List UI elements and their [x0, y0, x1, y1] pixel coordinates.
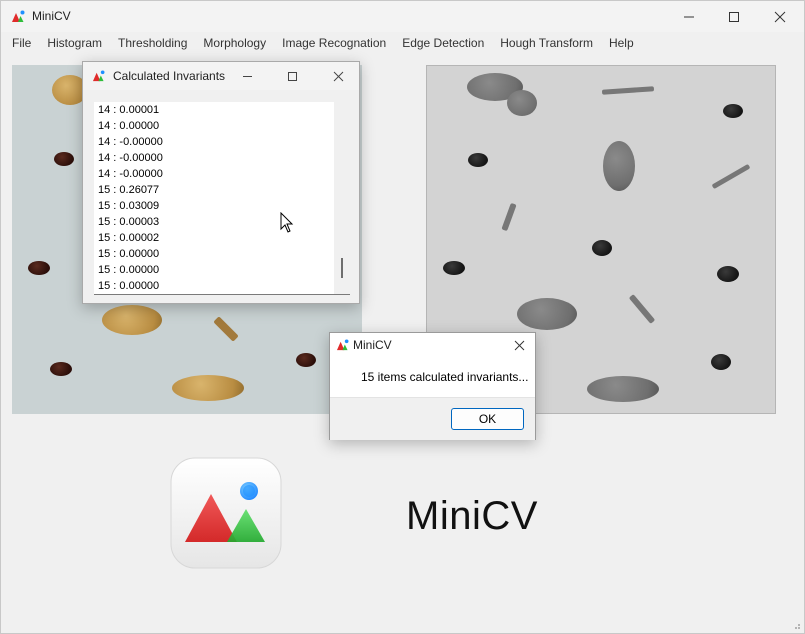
list-item[interactable]: 14 : 0.00000 [98, 118, 334, 134]
scrollbar[interactable] [334, 102, 350, 294]
menu-morphology[interactable]: Morphology [195, 32, 274, 54]
stick-shape [628, 294, 656, 324]
list-item[interactable]: 14 : -0.00000 [98, 150, 334, 166]
bean-shape [723, 104, 743, 118]
list-item[interactable]: 14 : -0.00000 [98, 166, 334, 182]
resize-grip-icon[interactable] [791, 620, 801, 630]
bean-shape [592, 240, 612, 256]
list-item[interactable]: 15 : 0.00000 [98, 278, 334, 294]
list-item[interactable]: 14 : -0.00000 [98, 134, 334, 150]
stick-shape [711, 163, 751, 190]
invariants-maximize-button[interactable] [280, 66, 304, 86]
maximize-icon [287, 71, 297, 81]
message-title: MiniCV [353, 338, 392, 352]
stick-shape [213, 316, 239, 342]
ok-button[interactable]: OK [451, 408, 524, 430]
window-title: MiniCV [32, 9, 71, 23]
close-button[interactable] [757, 1, 803, 32]
menu-image-recognation[interactable]: Image Recognation [274, 32, 394, 54]
list-item[interactable]: 15 : 0.26077 [98, 182, 334, 198]
peanut-shape [603, 141, 635, 191]
mouse-cursor-icon [280, 212, 294, 233]
invariants-title: Calculated Invariants [113, 69, 226, 83]
list-item[interactable]: 15 : 0.00000 [98, 262, 334, 278]
invariants-dialog: Calculated Invariants 14 : 0.00001 14 : 0… [82, 61, 360, 304]
peanut-shape [172, 375, 244, 401]
app-logo-icon [170, 457, 282, 569]
message-close-button[interactable] [509, 335, 529, 355]
invariants-title-bar[interactable]: Calculated Invariants [83, 62, 359, 90]
message-text: 15 items calculated invariants... [361, 370, 529, 384]
menu-edge-detection[interactable]: Edge Detection [394, 32, 492, 54]
close-icon [774, 11, 786, 22]
title-bar[interactable]: MiniCV [1, 1, 804, 32]
invariants-minimize-button[interactable] [235, 66, 259, 86]
stick-shape [601, 86, 655, 95]
list-item[interactable]: 14 : 0.00001 [98, 102, 334, 118]
peanut-shape [587, 376, 659, 402]
list-item[interactable]: 15 : 0.00003 [98, 214, 334, 230]
message-dialog: MiniCV 15 items calculated invariants...… [329, 332, 536, 440]
peanut-shape [517, 298, 577, 330]
list-item[interactable]: 15 : 0.00000 [98, 246, 334, 262]
bean-shape [711, 354, 731, 370]
maximize-icon [729, 11, 739, 22]
menu-thresholding[interactable]: Thresholding [110, 32, 195, 54]
bean-shape [54, 152, 74, 166]
app-name-heading: MiniCV [406, 494, 538, 538]
invariants-list[interactable]: 14 : 0.00001 14 : 0.00000 14 : -0.00000 14 … [94, 102, 350, 295]
stick-shape [501, 202, 517, 232]
minimize-icon [242, 75, 252, 77]
app-icon [336, 339, 349, 351]
peanut-shape [507, 90, 537, 116]
list-item[interactable]: 15 : 0.00002 [98, 230, 334, 246]
bean-shape [443, 261, 465, 275]
menu-help[interactable]: Help [601, 32, 642, 54]
list-item[interactable]: 15 : 0.03009 [98, 198, 334, 214]
maximize-button[interactable] [711, 1, 757, 32]
minimize-icon [684, 16, 694, 17]
bean-shape [28, 261, 50, 275]
menu-histogram[interactable]: Histogram [39, 32, 110, 54]
scrollbar-thumb[interactable] [341, 258, 343, 278]
invariants-close-button[interactable] [326, 66, 350, 86]
close-icon [333, 71, 343, 81]
app-icon [92, 70, 105, 82]
close-icon [514, 340, 524, 350]
bean-shape [296, 353, 316, 367]
peanut-shape [102, 305, 162, 335]
bean-shape [717, 266, 739, 282]
message-title-bar[interactable]: MiniCV [330, 333, 535, 357]
minimize-button[interactable] [666, 1, 712, 32]
menu-file[interactable]: File [4, 32, 39, 54]
menu-bar: File Histogram Thresholding Morphology I… [1, 32, 804, 54]
bean-shape [50, 362, 72, 376]
menu-hough-transform[interactable]: Hough Transform [492, 32, 601, 54]
app-icon [12, 10, 25, 22]
invariants-list-items: 14 : 0.00001 14 : 0.00000 14 : -0.00000 14 … [98, 102, 334, 294]
bean-shape [468, 153, 488, 167]
message-footer: OK [330, 397, 535, 440]
